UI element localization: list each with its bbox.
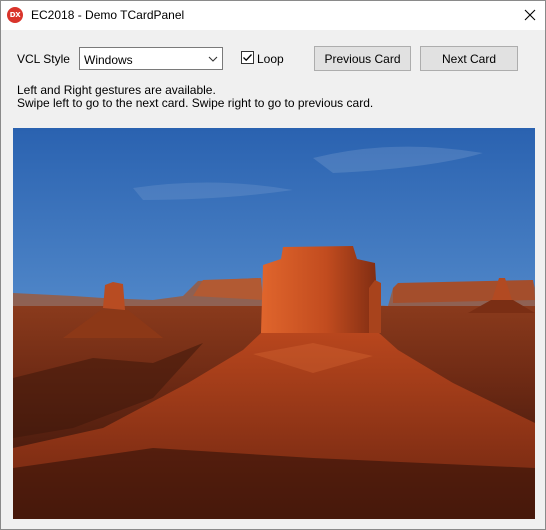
- app-logo-icon: DX: [7, 7, 23, 23]
- close-icon: [524, 9, 536, 21]
- desert-landscape-image[interactable]: [13, 128, 535, 519]
- previous-card-button[interactable]: Previous Card: [314, 46, 411, 71]
- app-logo-text: DX: [9, 11, 21, 19]
- vcl-style-value: Windows: [84, 53, 133, 67]
- loop-checkbox-box[interactable]: [241, 51, 254, 64]
- checkmark-icon: [243, 54, 252, 62]
- close-button[interactable]: [515, 1, 545, 29]
- window-title: EC2018 - Demo TCardPanel: [31, 8, 185, 22]
- card-panel[interactable]: [13, 128, 535, 519]
- loop-label: Loop: [257, 52, 284, 66]
- gesture-info-line-2: Swipe left to go to the next card. Swipe…: [17, 96, 374, 110]
- app-window: DX EC2018 - Demo TCardPanel VCL Style Wi…: [0, 0, 546, 530]
- next-card-button[interactable]: Next Card: [420, 46, 518, 71]
- next-card-label: Next Card: [441, 51, 497, 66]
- title-bar[interactable]: DX EC2018 - Demo TCardPanel: [1, 1, 545, 30]
- vcl-style-combobox[interactable]: Windows: [79, 47, 223, 70]
- chevron-down-icon: [208, 56, 218, 62]
- vcl-style-label: VCL Style: [17, 52, 70, 66]
- previous-card-label: Previous Card: [324, 51, 401, 66]
